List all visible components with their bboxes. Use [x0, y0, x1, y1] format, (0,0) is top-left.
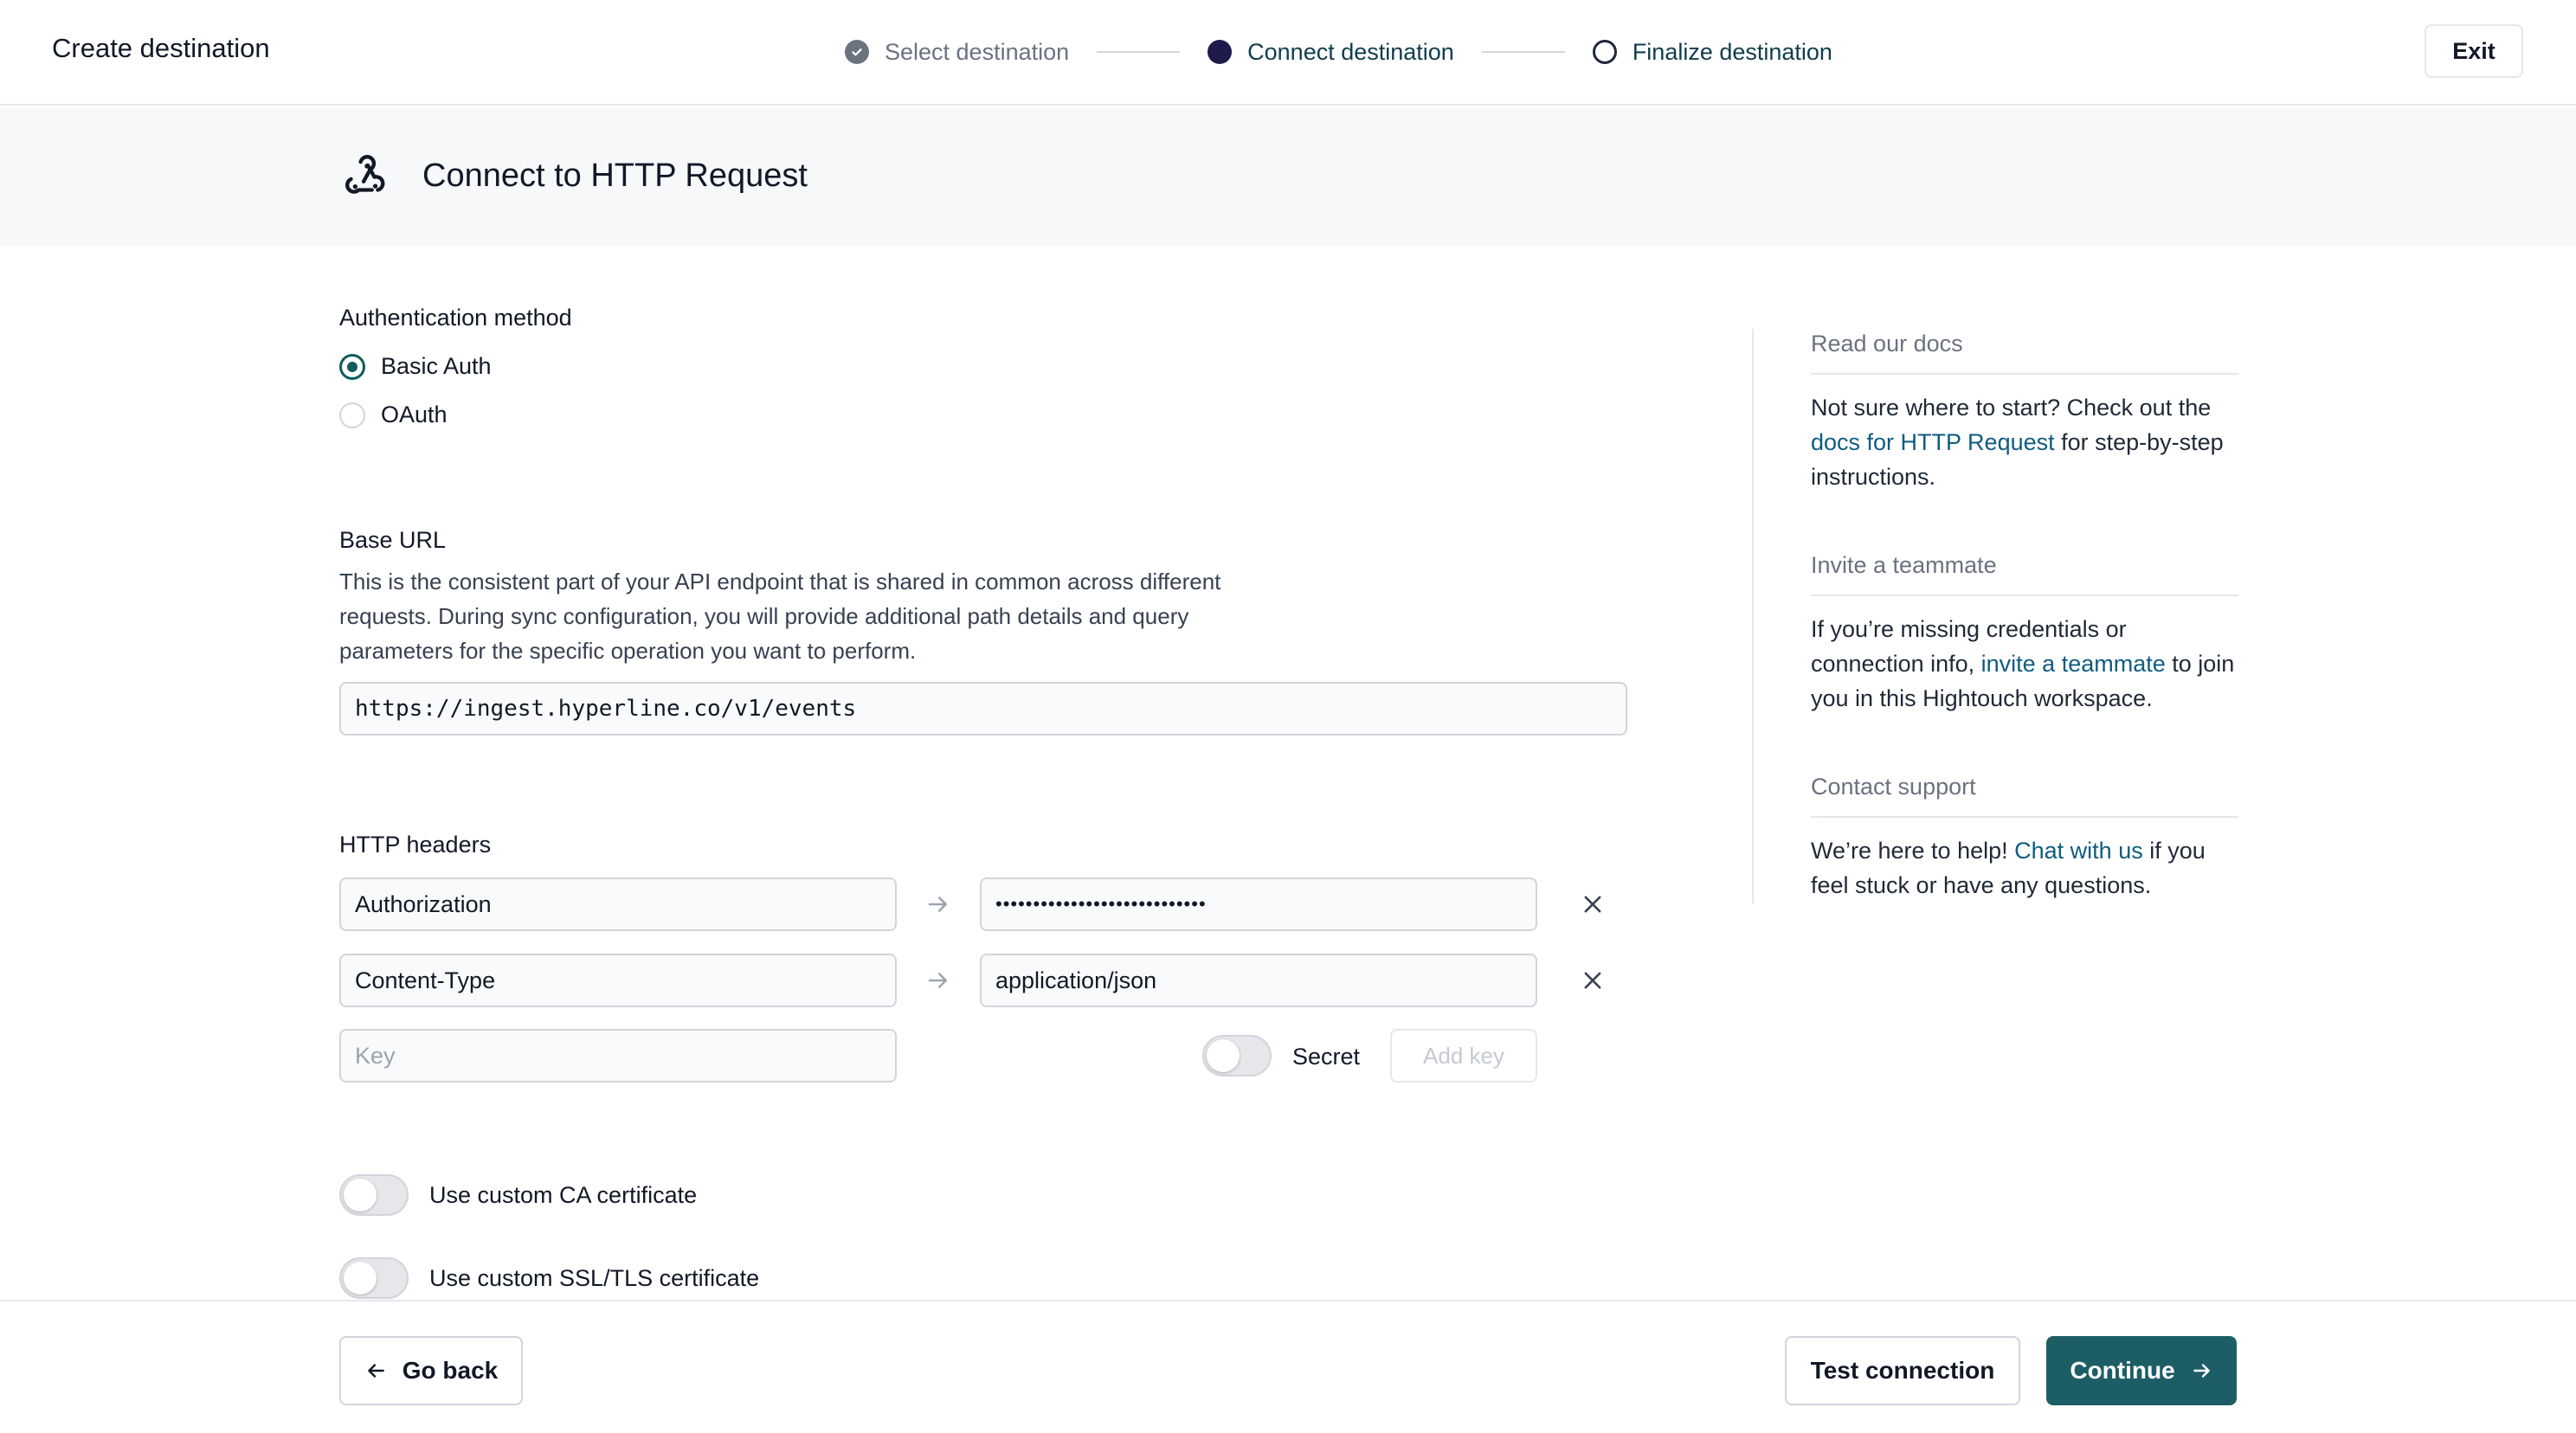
arrow-right-icon	[928, 896, 947, 912]
test-connection-button[interactable]: Test connection	[1785, 1336, 2020, 1405]
connect-title: Connect to HTTP Request	[422, 157, 808, 194]
radio-oauth[interactable]: OAuth	[339, 402, 448, 428]
step-connector	[1481, 51, 1565, 53]
custom-ssl-label: Use custom SSL/TLS certificate	[429, 1265, 760, 1291]
chat-link[interactable]: Chat with us	[2014, 838, 2143, 864]
docs-section: Read our docs Not sure where to start? C…	[1811, 331, 2238, 494]
header-key-input[interactable]: Authorization	[339, 877, 897, 931]
base-url-label: Base URL	[339, 527, 447, 553]
continue-button[interactable]: Continue	[2046, 1336, 2237, 1405]
invite-text: If you’re missing credentials or connect…	[1811, 616, 2235, 711]
docs-link[interactable]: docs for HTTP Request	[1811, 429, 2055, 455]
base-url-description: This is the consistent part of your API …	[339, 569, 1221, 664]
support-section: Contact support We’re here to help! Chat…	[1811, 774, 2238, 903]
header-value-input[interactable]: ••••••••••••••••••••••••••••	[980, 877, 1537, 931]
invite-link[interactable]: invite a teammate	[1981, 651, 2166, 677]
secret-toggle[interactable]	[1202, 1035, 1272, 1076]
page-title: Create destination	[52, 33, 270, 63]
step-connector	[1097, 51, 1181, 53]
check-icon	[845, 40, 869, 64]
go-back-label: Go back	[402, 1357, 499, 1384]
docs-text: Not sure where to start? Check out the d…	[1811, 395, 2224, 490]
footer-bar: Go back Test connection Continue	[0, 1300, 2576, 1433]
step-connect-destination: Connect destination	[1208, 39, 1454, 66]
invite-section: Invite a teammate If you’re missing cred…	[1811, 552, 2238, 716]
step-label: Select destination	[885, 38, 1070, 65]
header-value-input[interactable]: application/json	[980, 954, 1537, 1007]
new-header-key-input[interactable]: Key	[339, 1029, 897, 1083]
invite-title: Invite a teammate	[1811, 552, 2238, 596]
custom-ca-label: Use custom CA certificate	[429, 1182, 698, 1208]
add-key-button[interactable]: Add key	[1390, 1029, 1537, 1083]
base-url-input[interactable]: https://ingest.hyperline.co/v1/events	[339, 682, 1627, 736]
custom-ssl-toggle[interactable]	[339, 1257, 409, 1299]
go-back-button[interactable]: Go back	[339, 1336, 523, 1405]
exit-button[interactable]: Exit	[2425, 24, 2523, 78]
webhook-icon	[345, 155, 385, 194]
step-select-destination[interactable]: Select destination	[845, 39, 1069, 66]
radio-basic-auth[interactable]: Basic Auth	[339, 353, 492, 380]
arrow-right-icon	[2193, 1364, 2210, 1378]
radio-unselected-icon[interactable]	[339, 402, 365, 428]
help-sidebar: Read our docs Not sure where to start? C…	[1752, 329, 2238, 903]
auth-method-label: Authentication method	[339, 305, 572, 331]
arrow-right-icon	[928, 973, 947, 988]
support-text: We’re here to help! Chat with us if you …	[1811, 838, 2206, 898]
empty-circle-icon	[1592, 40, 1617, 64]
custom-ca-toggle[interactable]	[339, 1174, 409, 1216]
step-label: Finalize destination	[1632, 38, 1832, 65]
support-title: Contact support	[1811, 774, 2238, 818]
arrow-left-icon	[367, 1364, 384, 1378]
connect-header: Connect to HTTP Request	[0, 107, 2576, 246]
top-bar: Create destination Select destination Co…	[0, 0, 2576, 106]
radio-label: Basic Auth	[381, 353, 492, 379]
active-step-dot-icon	[1208, 40, 1233, 64]
docs-title: Read our docs	[1811, 331, 2238, 375]
step-label: Connect destination	[1247, 38, 1454, 65]
http-headers-label: HTTP headers	[339, 832, 492, 858]
continue-label: Continue	[2070, 1357, 2175, 1384]
secret-label: Secret	[1292, 1044, 1361, 1070]
radio-label: OAuth	[381, 402, 448, 427]
header-key-input[interactable]: Content-Type	[339, 954, 897, 1007]
stepper: Select destination Connect destination F…	[845, 33, 1832, 71]
step-finalize-destination: Finalize destination	[1592, 38, 1832, 66]
close-icon[interactable]	[1581, 968, 1605, 993]
close-icon[interactable]	[1581, 892, 1605, 916]
radio-selected-icon[interactable]	[339, 353, 365, 380]
